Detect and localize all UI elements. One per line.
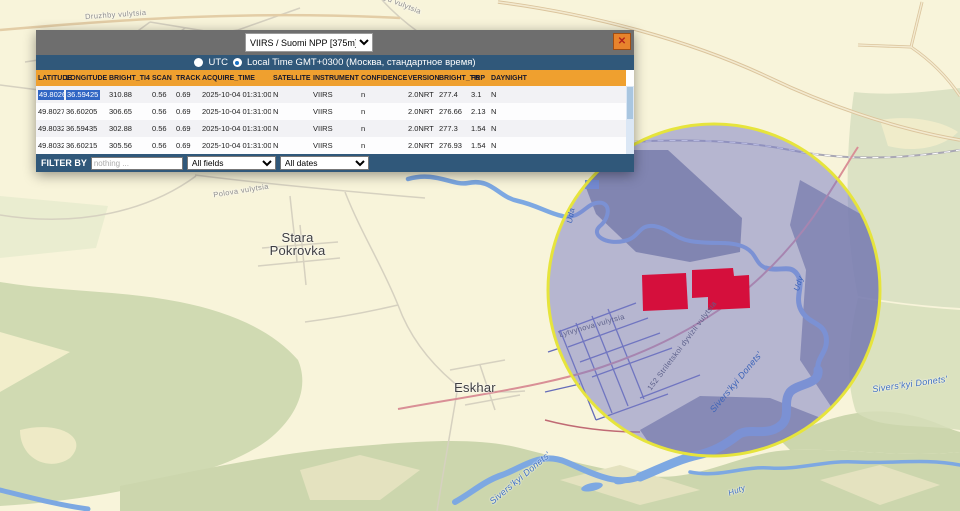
table-cell[interactable]: 0.69 (174, 86, 200, 103)
table-row[interactable]: 49.8027136.60205306.650.560.692025-10-04… (36, 103, 626, 120)
close-button[interactable]: ✕ (613, 33, 631, 50)
town-label-eskhar: Eskhar (440, 381, 510, 394)
table-cell[interactable]: 2.0NRT (406, 120, 437, 137)
table-cell[interactable]: N (489, 120, 535, 137)
table-cell[interactable]: n (359, 137, 406, 154)
table-scrollbar[interactable] (626, 86, 634, 154)
table-cell[interactable]: N (271, 120, 311, 137)
table-cell[interactable]: 2025-10-04 01:31:00 (200, 120, 271, 137)
filter-bar: FILTER BY All fields All dates (36, 154, 634, 172)
table-cell[interactable]: 36.60215 (64, 137, 107, 154)
table-cell[interactable]: 3.1 (469, 86, 489, 103)
table-cell[interactable]: N (489, 103, 535, 120)
table-cell[interactable]: 0.69 (174, 120, 200, 137)
table-cell[interactable]: 0.69 (174, 103, 200, 120)
table-header-row: LATITUDELONGITUDEBRIGHT_TI4SCANTRACKACQU… (36, 70, 626, 86)
filter-dates-select[interactable]: All dates (280, 156, 369, 170)
table-row[interactable]: 49.8032636.60215305.560.560.692025-10-04… (36, 137, 626, 154)
table-cell[interactable]: 305.56 (107, 137, 150, 154)
column-header[interactable]: LATITUDE (36, 70, 64, 86)
column-header[interactable]: VERSION (406, 70, 437, 86)
table-cell[interactable]: 310.88 (107, 86, 150, 103)
column-header[interactable]: SCAN (150, 70, 174, 86)
table-cell[interactable]: 36.59435 (64, 120, 107, 137)
town-label-stara-pokrovka: Stara Pokrovka (250, 231, 345, 257)
scrollbar-thumb[interactable] (627, 87, 633, 119)
column-header[interactable]: DAYNIGHT (489, 70, 535, 86)
table-cell[interactable]: N (271, 137, 311, 154)
column-header[interactable]: FRP (469, 70, 489, 86)
column-header[interactable]: LONGITUDE (64, 70, 107, 86)
table-cell[interactable]: 36.60205 (64, 103, 107, 120)
table-cell[interactable]: N (489, 137, 535, 154)
table-cell[interactable]: N (271, 86, 311, 103)
table-cell-filler (535, 86, 626, 103)
fire-footprint-1[interactable] (642, 273, 688, 311)
table-cell[interactable]: 276.66 (437, 103, 469, 120)
table-cell[interactable]: VIIRS (311, 137, 359, 154)
local-time-label[interactable]: Local Time GMT+0300 (Москва, стандартное… (247, 57, 476, 68)
table-cell[interactable]: 2025-10-04 01:31:00 (200, 137, 271, 154)
filter-by-label: FILTER BY (41, 158, 87, 168)
table-cell[interactable]: 2025-10-04 01:31:00 (200, 103, 271, 120)
table-cell[interactable]: 277.4 (437, 86, 469, 103)
utc-label[interactable]: UTC (208, 57, 228, 68)
column-header[interactable]: INSTRUMENT (311, 70, 359, 86)
table-cell[interactable]: n (359, 120, 406, 137)
column-header[interactable]: BRIGHT_TI4 (107, 70, 150, 86)
table-cell[interactable]: 0.56 (150, 137, 174, 154)
column-header[interactable]: BRIGHT_TI5 (437, 70, 469, 86)
table-cell[interactable]: 306.65 (107, 103, 150, 120)
table-row[interactable]: 49.8026836.59425310.880.560.692025-10-04… (36, 86, 626, 103)
column-header-filler (535, 70, 626, 86)
detections-table-wrap: LATITUDELONGITUDEBRIGHT_TI4SCANTRACKACQU… (36, 70, 634, 154)
column-header[interactable]: CONFIDENCE (359, 70, 406, 86)
table-cell[interactable]: 2.13 (469, 103, 489, 120)
table-cell[interactable]: 302.88 (107, 120, 150, 137)
table-cell-filler (535, 120, 626, 137)
filter-fields-select[interactable]: All fields (187, 156, 276, 170)
table-cell[interactable]: 2.0NRT (406, 137, 437, 154)
utc-radio[interactable] (194, 58, 203, 67)
table-cell[interactable]: 0.69 (174, 137, 200, 154)
table-cell-filler (535, 103, 626, 120)
table-row[interactable]: 49.8032736.59435302.880.560.692025-10-04… (36, 120, 626, 137)
table-cell[interactable]: 276.93 (437, 137, 469, 154)
table-cell-filler (535, 137, 626, 154)
column-header[interactable]: ACQUIRE_TIME (200, 70, 271, 86)
table-cell[interactable]: 1.54 (469, 137, 489, 154)
table-cell[interactable]: N (271, 103, 311, 120)
table-cell[interactable]: 0.56 (150, 120, 174, 137)
table-cell[interactable]: VIIRS (311, 86, 359, 103)
table-cell[interactable]: 2025-10-04 01:31:00 (200, 86, 271, 103)
filter-input[interactable] (91, 157, 183, 170)
time-toggle-bar: UTC Local Time GMT+0300 (Москва, стандар… (36, 55, 634, 70)
table-cell[interactable]: 0.56 (150, 86, 174, 103)
dialog-titlebar[interactable]: VIIRS / Suomi NPP [375m] ✕ (36, 30, 634, 55)
table-cell[interactable]: VIIRS (311, 120, 359, 137)
table-cell[interactable]: n (359, 86, 406, 103)
table-cell[interactable]: 49.80271 (36, 103, 64, 120)
map-viewport[interactable]: Druzhby vulytsia yu vulytsia Polova vuly… (0, 0, 960, 511)
column-header[interactable]: TRACK (174, 70, 200, 86)
table-cell[interactable]: 36.59425 (64, 86, 107, 103)
table-cell[interactable]: 49.80268 (36, 86, 64, 103)
table-cell[interactable]: VIIRS (311, 103, 359, 120)
table-cell[interactable]: 2.0NRT (406, 86, 437, 103)
column-header[interactable]: SATELLITE (271, 70, 311, 86)
firms-data-dialog[interactable]: VIIRS / Suomi NPP [375m] ✕ UTC Local Tim… (36, 30, 634, 172)
table-cell[interactable]: N (489, 86, 535, 103)
table-cell[interactable]: 0.56 (150, 103, 174, 120)
detections-table: LATITUDELONGITUDEBRIGHT_TI4SCANTRACKACQU… (36, 70, 626, 154)
table-cell[interactable]: n (359, 103, 406, 120)
table-cell[interactable]: 1.54 (469, 120, 489, 137)
table-cell[interactable]: 49.80327 (36, 120, 64, 137)
dataset-select[interactable]: VIIRS / Suomi NPP [375m] (245, 33, 373, 52)
table-cell[interactable]: 2.0NRT (406, 103, 437, 120)
table-cell[interactable]: 277.3 (437, 120, 469, 137)
local-time-radio[interactable] (233, 58, 242, 67)
table-cell[interactable]: 49.80326 (36, 137, 64, 154)
